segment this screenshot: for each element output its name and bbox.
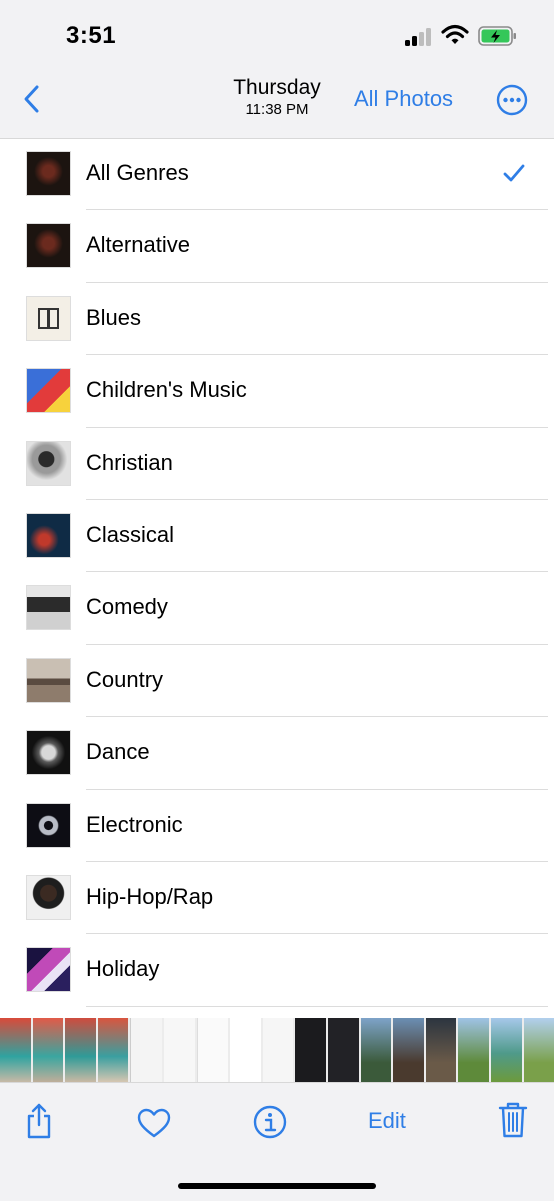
genre-row-comedy[interactable]: Comedy (0, 572, 554, 644)
genre-row-childrens-music[interactable]: Children's Music (0, 355, 554, 427)
photo-day: Thursday (215, 76, 339, 100)
genre-row-dance[interactable]: Dance (0, 717, 554, 789)
filmstrip-thumbnail[interactable] (65, 1018, 96, 1082)
genre-label: Country (86, 667, 163, 693)
share-icon[interactable] (24, 1103, 54, 1139)
genre-row-all-genres[interactable]: All Genres (0, 138, 554, 210)
genre-label: Comedy (86, 594, 168, 620)
genre-label: Dance (86, 739, 150, 765)
genre-label: Electronic (86, 812, 183, 838)
genre-label: Alternative (86, 232, 190, 258)
filmstrip-thumbnail[interactable] (524, 1018, 554, 1082)
genre-row-hip-hop-rap[interactable]: Hip-Hop/Rap (0, 862, 554, 934)
status-bar: 3:51 (0, 0, 554, 70)
album-artwork-thumbnail (26, 803, 71, 848)
photo-date-title: Thursday 11:38 PM (215, 76, 339, 120)
album-artwork-thumbnail (26, 875, 71, 920)
back-chevron-icon[interactable] (20, 84, 44, 114)
genre-label: Holiday (86, 956, 159, 982)
filmstrip-thumbnail[interactable] (295, 1018, 326, 1082)
checkmark-icon (503, 163, 525, 183)
album-artwork-thumbnail (26, 947, 71, 992)
filmstrip-thumbnail[interactable] (426, 1018, 457, 1082)
genre-label: Hip-Hop/Rap (86, 884, 213, 910)
navigation-bar: Thursday 11:38 PM All Photos (0, 70, 554, 134)
album-artwork-thumbnail (26, 151, 71, 196)
all-photos-button[interactable]: All Photos (354, 86, 453, 112)
filmstrip-thumbnail[interactable] (361, 1018, 392, 1082)
album-artwork-thumbnail (26, 513, 71, 558)
genre-label: Children's Music (86, 377, 247, 403)
genre-row-holiday[interactable]: Holiday (0, 934, 554, 1006)
genre-row-alternative[interactable]: Alternative (0, 210, 554, 282)
album-artwork-thumbnail (26, 585, 71, 630)
filmstrip-thumbnail[interactable] (0, 1018, 31, 1082)
album-artwork-thumbnail (26, 368, 71, 413)
genre-list: All Genres Alternative Blues Children's … (0, 138, 554, 1007)
album-artwork-thumbnail (26, 658, 71, 703)
wifi-icon (441, 24, 469, 46)
home-indicator[interactable] (178, 1183, 376, 1189)
genre-label: Classical (86, 522, 174, 548)
trash-icon[interactable] (498, 1101, 528, 1139)
album-artwork-thumbnail (26, 441, 71, 486)
photo-filmstrip[interactable] (0, 1018, 554, 1082)
genre-label: All Genres (86, 160, 189, 186)
filmstrip-thumbnail[interactable] (33, 1018, 64, 1082)
status-time: 3:51 (66, 22, 116, 50)
genre-row-christian[interactable]: Christian (0, 428, 554, 500)
edit-button[interactable]: Edit (368, 1108, 406, 1134)
filmstrip-thumbnail[interactable] (197, 1018, 229, 1082)
genre-row-classical[interactable]: Classical (0, 500, 554, 572)
filmstrip-thumbnail[interactable] (98, 1018, 129, 1082)
album-artwork-thumbnail (26, 223, 71, 268)
filmstrip-thumbnail[interactable] (328, 1018, 359, 1082)
filmstrip-thumbnail[interactable] (458, 1018, 489, 1082)
genre-row-country[interactable]: Country (0, 645, 554, 717)
album-artwork-thumbnail (26, 730, 71, 775)
genre-label: Christian (86, 450, 173, 476)
filmstrip-thumbnail[interactable] (164, 1018, 195, 1082)
bottom-toolbar: Edit (0, 1082, 554, 1201)
filmstrip-thumbnail[interactable] (263, 1018, 294, 1082)
genre-label: Blues (86, 305, 141, 331)
filmstrip-thumbnail[interactable] (393, 1018, 424, 1082)
album-artwork-thumbnail (26, 296, 71, 341)
genre-row-blues[interactable]: Blues (0, 283, 554, 355)
filmstrip-thumbnail[interactable] (491, 1018, 522, 1082)
more-options-icon[interactable] (496, 84, 528, 116)
photo-time: 11:38 PM (215, 100, 339, 120)
filmstrip-thumbnail[interactable] (130, 1018, 162, 1082)
heart-icon[interactable] (137, 1108, 171, 1138)
battery-charging-icon (478, 25, 518, 47)
filmstrip-thumbnail[interactable] (230, 1018, 261, 1082)
genre-row-electronic[interactable]: Electronic (0, 790, 554, 862)
cellular-signal-icon (405, 28, 435, 46)
info-icon[interactable] (253, 1105, 287, 1139)
row-divider (86, 1006, 548, 1007)
